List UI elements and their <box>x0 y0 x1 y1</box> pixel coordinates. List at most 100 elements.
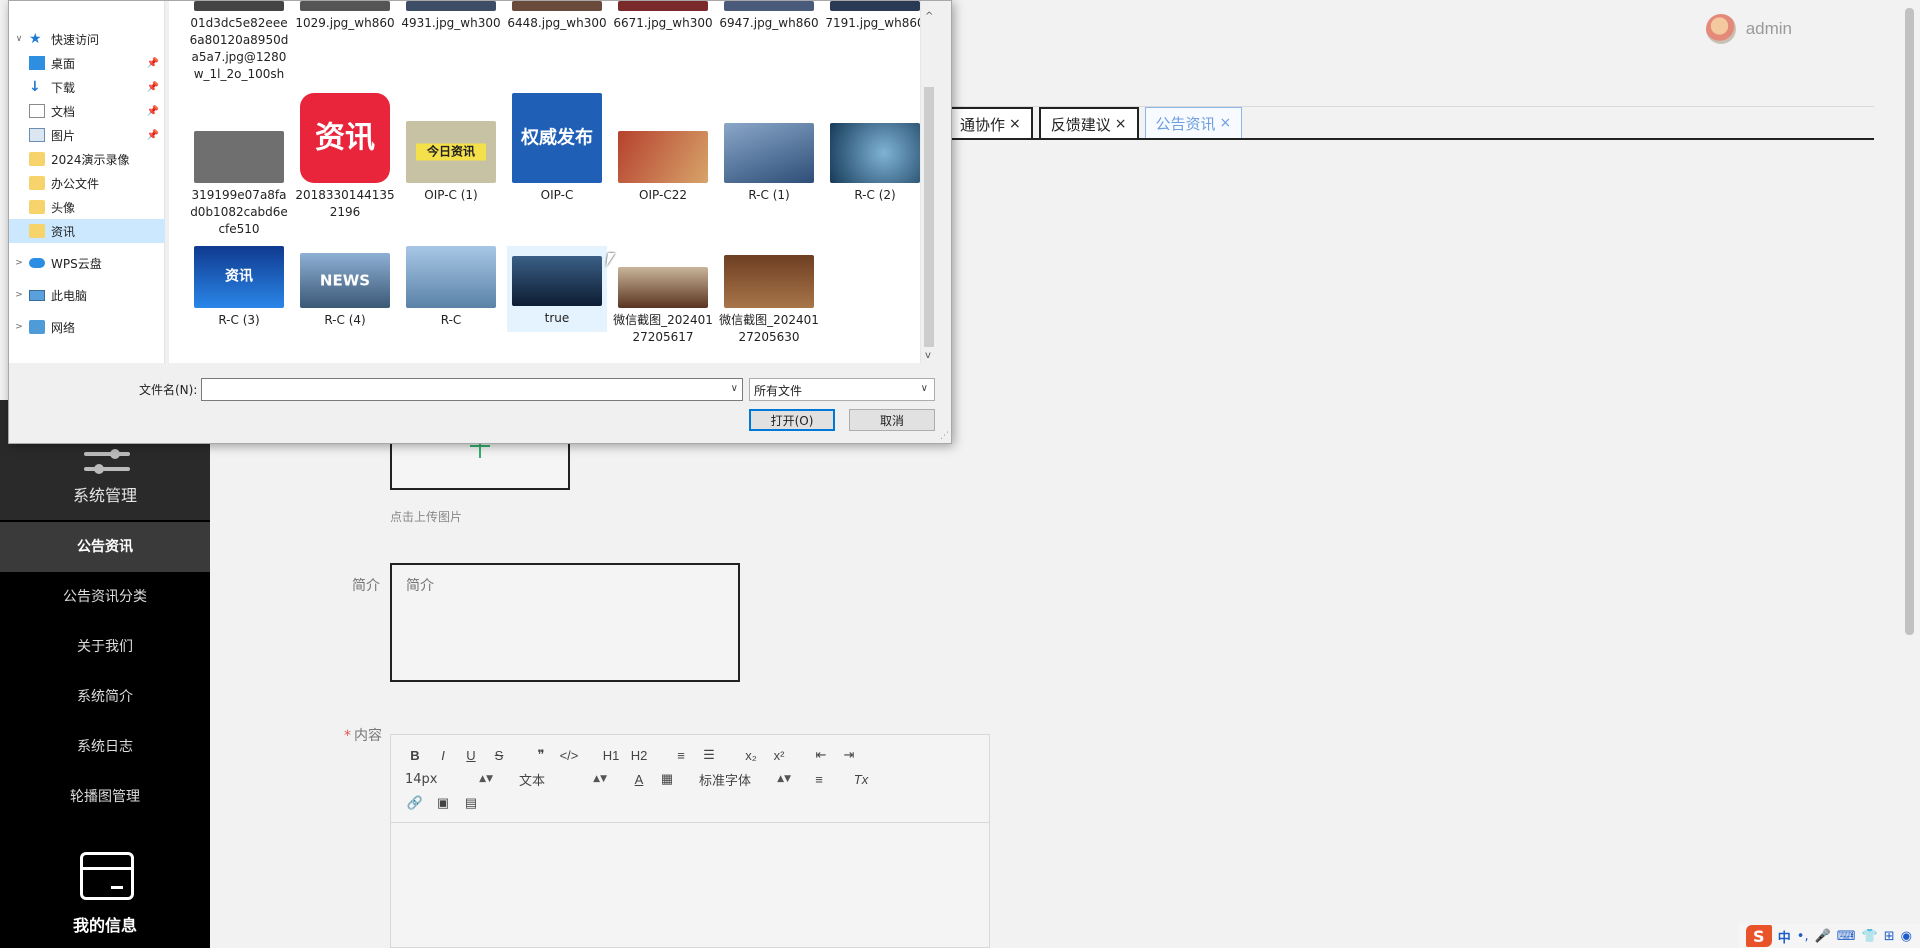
tab-announcements[interactable]: 公告资讯 × <box>1144 107 1243 139</box>
chevron-right-icon[interactable]: > <box>13 322 25 332</box>
chevron-down-icon[interactable]: ∨ <box>731 383 738 394</box>
bold-button[interactable]: B <box>401 744 429 766</box>
file-item[interactable]: 319199e07a8fad0b1082cabd6ecfe510 <box>189 131 289 238</box>
filetype-select[interactable]: 所有文件 ∨ <box>749 378 935 401</box>
microphone-icon[interactable]: 🎤 <box>1815 929 1831 944</box>
nav-folder-news[interactable]: 资讯 <box>9 219 165 243</box>
file-item[interactable]: 权威发布 OIP-C <box>507 93 607 204</box>
sidebar-item-system-intro[interactable]: 系统简介 <box>0 672 210 722</box>
keyboard-icon[interactable]: ⌨ <box>1837 929 1856 944</box>
sidebar-section-title[interactable]: 系统管理 <box>0 482 210 506</box>
tab-feedback[interactable]: 反馈建议 × <box>1038 107 1139 139</box>
nav-network[interactable]: > 网络 <box>9 315 165 339</box>
align-button[interactable]: ≡ <box>805 768 833 790</box>
sidebar-item-announcement-categories[interactable]: 公告资讯分类 <box>0 572 210 622</box>
sogou-logo-icon[interactable]: S <box>1745 925 1772 947</box>
file-item[interactable]: 1029.jpg_wh860 <box>295 1 395 32</box>
strike-button[interactable]: S <box>485 744 513 766</box>
file-item[interactable]: R-C (2) <box>825 123 925 204</box>
chevron-down-icon[interactable]: v <box>925 350 931 361</box>
tab-collaboration[interactable]: 通协作 × <box>948 107 1033 139</box>
file-list-scrollbar[interactable]: ^ v <box>920 1 937 363</box>
input-mode-icon[interactable]: 中 <box>1778 927 1791 946</box>
file-item[interactable]: 微信截图_20240127205617 <box>613 267 713 346</box>
clear-format-button[interactable]: Tx <box>847 768 875 790</box>
link-button[interactable]: 🔗 <box>401 792 429 814</box>
close-icon[interactable]: × <box>1009 116 1021 132</box>
file-item[interactable]: 微信截图_20240127205630 <box>719 255 819 346</box>
page-scrollbar[interactable] <box>1902 0 1916 948</box>
nav-wps-cloud[interactable]: > WPS云盘 <box>9 251 165 275</box>
sidebar-item-carousel[interactable]: 轮播图管理 <box>0 772 210 822</box>
file-item[interactable]: 今日资讯 OIP-C (1) <box>401 121 501 204</box>
outdent-button[interactable]: ⇤ <box>807 744 835 766</box>
user-menu[interactable]: admin <box>1705 14 1792 44</box>
file-item[interactable]: 01d3dc5e82eee6a80120a8950da5a7.jpg@1280w… <box>189 1 289 83</box>
filename-input[interactable]: ∨ <box>201 378 743 401</box>
ordered-list-button[interactable]: ≡ <box>667 744 695 766</box>
superscript-button[interactable]: x² <box>765 744 793 766</box>
subscript-button[interactable]: x₂ <box>737 744 765 766</box>
chevron-right-icon[interactable]: > <box>13 258 25 268</box>
background-color-button[interactable]: ▦ <box>653 768 681 790</box>
resize-grip-icon[interactable]: ⋰ <box>940 431 949 441</box>
bullet-list-button[interactable]: ☰ <box>695 744 723 766</box>
nav-pictures[interactable]: 图片 📌 <box>9 123 165 147</box>
avatar[interactable] <box>1705 14 1736 44</box>
skin-icon[interactable]: 👕 <box>1862 929 1878 944</box>
heading1-button[interactable]: H1 <box>597 744 625 766</box>
chevron-up-icon[interactable]: ^ <box>925 11 933 22</box>
text-style-select[interactable]: 文本 ▲▼ <box>515 768 611 790</box>
file-item[interactable]: NEWS R-C (4) <box>295 253 395 329</box>
close-icon[interactable]: × <box>1115 116 1127 132</box>
file-item[interactable]: R-C (1) <box>719 123 819 204</box>
heading2-button[interactable]: H2 <box>625 744 653 766</box>
cancel-button[interactable]: 取消 <box>849 409 935 431</box>
sidebar-item-about-us[interactable]: 关于我们 <box>0 622 210 672</box>
code-block-button[interactable]: </> <box>555 744 583 766</box>
username[interactable]: admin <box>1746 19 1792 39</box>
open-button[interactable]: 打开(O) <box>749 409 835 431</box>
file-item[interactable]: R-C <box>401 246 501 329</box>
sidebar-item-system-log[interactable]: 系统日志 <box>0 722 210 772</box>
video-button[interactable]: ▤ <box>457 792 485 814</box>
blockquote-button[interactable]: ❞ <box>527 744 555 766</box>
nav-this-pc[interactable]: > 此电脑 <box>9 283 165 307</box>
file-item[interactable]: 4931.jpg_wh300 <box>401 1 501 32</box>
nav-downloads[interactable]: ↓ 下载 📌 <box>9 75 165 99</box>
file-item[interactable]: OIP-C22 <box>613 131 713 204</box>
scrollbar-thumb[interactable] <box>924 87 934 347</box>
chevron-down-icon[interactable]: ∨ <box>13 34 25 44</box>
file-item[interactable]: 7191.jpg_wh860 <box>825 1 925 32</box>
underline-button[interactable]: U <box>457 744 485 766</box>
sidebar-section-my-info[interactable]: 我的信息 <box>0 912 210 936</box>
punctuation-icon[interactable]: •, <box>1797 929 1809 944</box>
nav-folder-recordings[interactable]: 2024演示录像 <box>9 147 165 171</box>
nav-folder-office[interactable]: 办公文件 <box>9 171 165 195</box>
file-item[interactable]: 6947.jpg_wh860 <box>719 1 819 32</box>
font-color-button[interactable]: A <box>625 768 653 790</box>
chevron-right-icon[interactable]: > <box>13 290 25 300</box>
font-family-select[interactable]: 标准字体 ▲▼ <box>695 768 795 790</box>
image-button[interactable]: ▣ <box>429 792 457 814</box>
toolbox-icon[interactable]: ⊞ <box>1884 929 1895 944</box>
italic-button[interactable]: I <box>429 744 457 766</box>
font-size-select[interactable]: 14px ▲▼ <box>401 768 497 790</box>
file-item[interactable]: 资讯 20183301441352196 <box>295 93 395 221</box>
intro-textarea[interactable] <box>390 563 740 682</box>
file-item-selected[interactable]: true <box>507 246 607 332</box>
indent-button[interactable]: ⇥ <box>835 744 863 766</box>
close-icon[interactable]: × <box>1220 115 1232 131</box>
file-item[interactable]: 6671.jpg_wh300 <box>613 1 713 32</box>
scrollbar-thumb[interactable] <box>1905 8 1914 635</box>
sidebar-item-announcements[interactable]: 公告资讯 <box>0 522 210 572</box>
nav-documents[interactable]: 文档 📌 <box>9 99 165 123</box>
nav-desktop[interactable]: 桌面 📌 <box>9 51 165 75</box>
ime-toolbar[interactable]: S 中 •, 🎤 ⌨ 👕 ⊞ ◉ <box>1737 924 1920 948</box>
nav-quick-access[interactable]: ∨ ★ 快速访问 <box>9 27 165 51</box>
file-item[interactable]: 资讯 R-C (3) <box>189 246 289 329</box>
rich-text-editor[interactable]: B I U S ❞ </> H1 H2 ≡ ☰ x₂ x² ⇤ ⇥ 14px ▲▼… <box>390 734 990 948</box>
file-item[interactable]: 6448.jpg_wh300 <box>507 1 607 32</box>
nav-folder-avatar[interactable]: 头像 <box>9 195 165 219</box>
assistant-icon[interactable]: ◉ <box>1901 929 1912 944</box>
